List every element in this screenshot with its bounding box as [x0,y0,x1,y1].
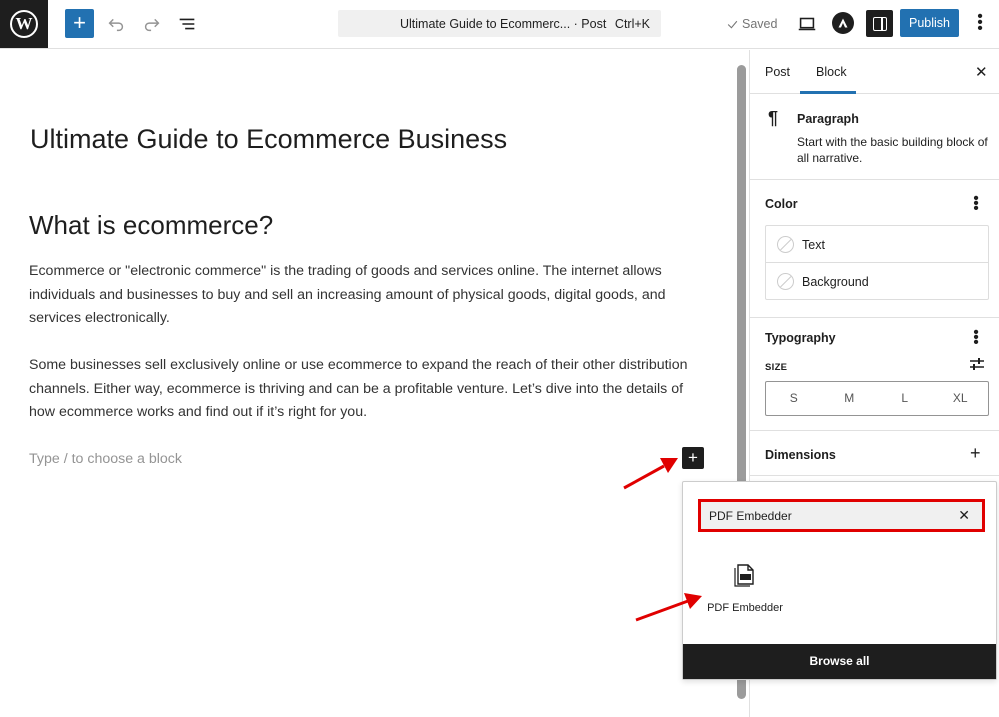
font-size-m[interactable]: M [822,382,878,415]
font-size-s[interactable]: S [766,382,822,415]
saved-label: Saved [742,17,778,31]
top-toolbar: W + Ultimate Guide to Ecommerc... · Post… [0,0,999,49]
block-search-field: ✕ [698,499,985,532]
empty-swatch-icon [777,273,794,290]
options-menu-icon[interactable]: • • • [976,9,984,37]
undo-icon[interactable] [104,12,128,36]
color-item-label: Text [802,238,825,252]
block-card-description: Start with the basic building block of a… [797,135,988,165]
browse-all-button[interactable]: Browse all [683,644,996,679]
close-sidebar-icon[interactable]: ✕ [975,63,988,81]
post-title[interactable]: Ultimate Guide to Ecommerce Business [30,124,507,155]
color-panel-title[interactable]: Color [765,197,798,211]
size-label: SIZE [765,362,788,373]
result-label: PDF Embedder [707,602,783,614]
heading-block[interactable]: What is ecommerce? [29,210,273,241]
command-palette-bar[interactable]: Ultimate Guide to Ecommerc... · Post Ctr… [338,10,661,37]
editor-canvas: Ultimate Guide to Ecommerce Business Wha… [0,50,737,717]
wordpress-logo-icon[interactable]: W [0,0,48,48]
block-search-input[interactable] [709,508,949,524]
block-card: ¶ Paragraph Start with the basic buildin… [750,94,999,180]
block-inserter-popover: ✕ PDF Embedder Browse all [682,481,997,680]
document-overview-icon[interactable] [175,12,199,36]
font-size-l[interactable]: L [877,382,933,415]
empty-block-placeholder[interactable]: Type / to choose a block [29,451,182,467]
tab-block[interactable]: Block [816,65,847,79]
font-size-picker: S M L XL [765,381,989,416]
panel-divider [750,430,999,431]
color-background-item[interactable]: Background [766,263,988,300]
add-block-button[interactable]: + [65,9,94,38]
typography-options-icon[interactable]: • • • [972,325,980,351]
size-settings-icon[interactable] [969,357,985,371]
inline-add-block-button[interactable]: + [682,447,704,469]
block-card-title: Paragraph [797,112,859,126]
sidebar-tabs: Post Block ✕ [750,50,999,94]
saved-status: Saved [726,17,777,31]
empty-swatch-icon [777,236,794,253]
pdf-embedder-result[interactable]: PDF Embedder [701,560,791,620]
clear-search-icon[interactable]: ✕ [958,507,970,524]
dimensions-panel-title[interactable]: Dimensions [765,448,836,462]
add-dimension-icon[interactable]: + [970,443,981,464]
astra-logo-icon[interactable] [832,12,854,34]
pdf-document-icon [734,564,754,587]
preview-laptop-icon[interactable] [795,12,819,36]
paragraph-icon: ¶ [768,108,779,128]
panel-divider [750,475,999,476]
redo-icon[interactable] [140,12,164,36]
settings-sidebar-toggle[interactable] [866,10,893,37]
command-shortcut: Ctrl+K [614,17,650,31]
check-icon [727,20,738,29]
command-title: Ultimate Guide to Ecommerc... · Post [400,17,607,31]
color-item-label: Background [802,275,869,289]
publish-button[interactable]: Publish [900,9,959,37]
tab-post[interactable]: Post [765,65,790,79]
color-options-icon[interactable]: • • • [972,191,980,217]
paragraph-block[interactable]: Some businesses sell exclusively online … [29,354,699,425]
paragraph-block[interactable]: Ecommerce or "electronic commerce" is th… [29,260,699,331]
typography-panel-title[interactable]: Typography [765,331,836,345]
panel-divider [750,317,999,318]
color-settings-group: Text Background [765,225,989,300]
font-size-xl[interactable]: XL [933,382,989,415]
color-text-item[interactable]: Text [766,226,988,263]
